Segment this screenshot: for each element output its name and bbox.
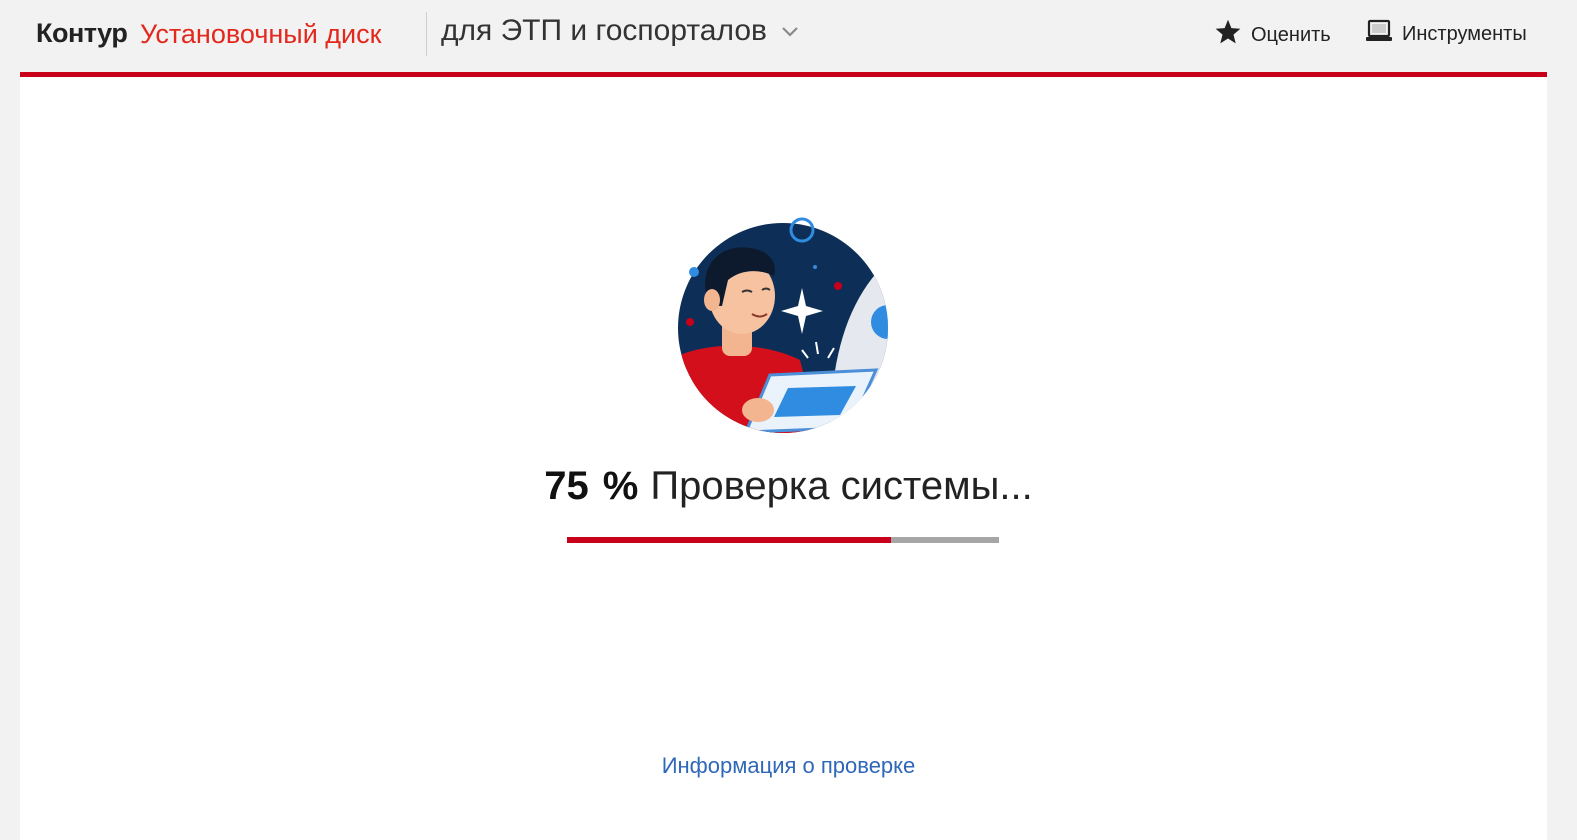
tools-label: Инструменты [1402, 22, 1527, 45]
rate-button[interactable]: Оценить [1214, 18, 1331, 52]
product-name: Установочный диск [140, 19, 382, 49]
star-icon [1214, 18, 1251, 52]
brand-logo: Контур [36, 18, 128, 48]
chevron-down-icon [781, 25, 799, 43]
header-divider [426, 12, 427, 56]
progress-bar [567, 537, 999, 543]
variant-label: для ЭТП и госпорталов [441, 14, 767, 47]
progress-bar-fill [567, 537, 891, 543]
progress-percent: 75 [544, 464, 589, 508]
tools-button[interactable]: Инструменты [1365, 18, 1527, 50]
progress-status-text: Проверка системы... [650, 464, 1033, 508]
progress-status: 75% Проверка системы... [0, 462, 1577, 510]
main-panel [20, 72, 1547, 840]
top-bar: Контур Установочный диск для ЭТП и госпо… [0, 0, 1577, 72]
rate-label: Оценить [1251, 23, 1331, 46]
variant-dropdown[interactable]: для ЭТП и госпорталов [441, 14, 799, 48]
laptop-icon [1365, 18, 1402, 50]
percent-sign: % [602, 464, 639, 508]
checking-illustration [670, 210, 900, 440]
check-info-link[interactable]: Информация о проверке [0, 753, 1577, 779]
